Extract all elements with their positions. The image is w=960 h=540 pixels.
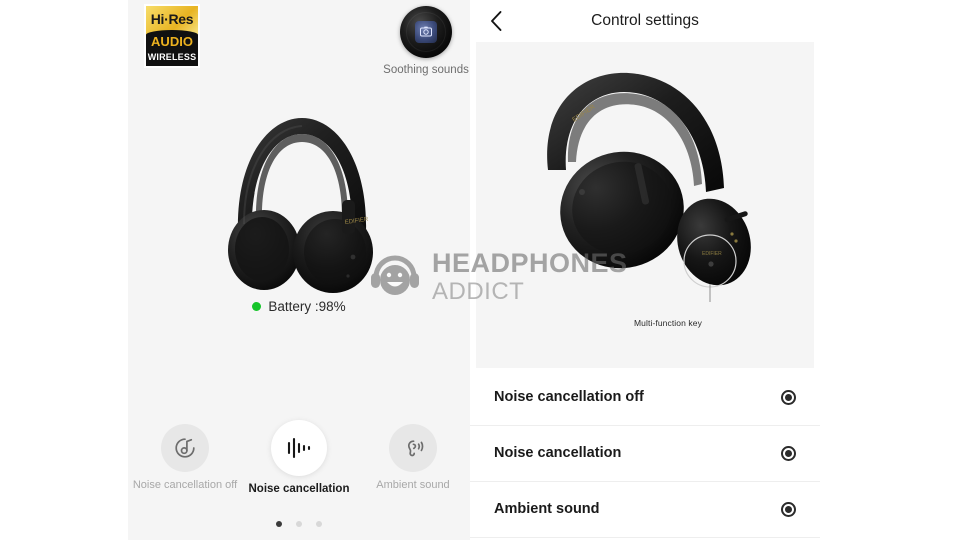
hi-res-badge-top: Hi·Res — [146, 6, 198, 32]
noise-mode-selector: Noise cancellation off Noise cancellatio… — [128, 420, 470, 497]
soothing-sounds-glyph — [415, 21, 437, 43]
page-dot-2[interactable] — [296, 521, 302, 527]
radio-button-ambient-sound[interactable] — [781, 502, 796, 517]
mode-label-ambient-sound: Ambient sound — [376, 479, 450, 491]
product-hero-area: EDIFIER EDIFIER Multi-function key — [476, 42, 814, 368]
settings-row-ambient-sound[interactable]: Ambient sound — [470, 482, 820, 538]
page-dot-3[interactable] — [316, 521, 322, 527]
hi-res-badge-mid: AUDIO — [146, 30, 198, 50]
hi-res-audio-badge: Hi·Res AUDIO WIRELESS — [144, 4, 200, 68]
chevron-left-icon[interactable] — [484, 9, 508, 33]
battery-status: Battery :98% — [128, 300, 470, 314]
hi-res-badge-inner: Hi·Res AUDIO WIRELESS — [146, 6, 198, 66]
control-settings-header: Control settings — [470, 0, 820, 42]
battery-status-label: Battery :98% — [268, 299, 346, 314]
ear-waves-icon[interactable] — [389, 424, 437, 472]
mode-label-noise-cancellation-off: Noise cancellation off — [132, 479, 238, 491]
radio-button-noise-cancellation-off[interactable] — [781, 390, 796, 405]
mode-ambient-sound[interactable]: Ambient sound — [359, 424, 467, 492]
settings-row-noise-cancellation[interactable]: Noise cancellation — [470, 426, 820, 482]
right-phone-screen: Control settings EDIFIER EDIFIER Multi-f… — [470, 0, 820, 540]
battery-status-dot — [252, 302, 262, 312]
screenshot-stage: Hi·Res AUDIO WIRELESS Soothing sounds ED… — [0, 0, 960, 540]
settings-row-label: Ambient sound — [494, 501, 600, 518]
page-title: Control settings — [591, 12, 699, 30]
page-dot-1[interactable] — [276, 521, 282, 527]
settings-row-label: Noise cancellation off — [494, 389, 644, 406]
multi-function-key-annotation: Multi-function key — [634, 318, 702, 328]
mode-label-noise-cancellation: Noise cancellation — [248, 483, 350, 495]
soothing-sounds-label: Soothing sounds — [383, 64, 469, 76]
vinyl-disc-icon[interactable] — [400, 6, 452, 58]
headphones-product-image-angled: EDIFIER EDIFIER — [510, 52, 780, 302]
mode-noise-cancellation-off[interactable]: Noise cancellation off — [131, 424, 239, 492]
hi-res-badge-line2: AUDIO — [151, 34, 193, 50]
svg-text:EDIFIER: EDIFIER — [702, 251, 722, 257]
control-settings-list: Noise cancellation off Noise cancellatio… — [470, 370, 820, 538]
page-indicator — [128, 521, 470, 527]
settings-row-noise-cancellation-off[interactable]: Noise cancellation off — [470, 370, 820, 426]
soothing-sounds-button[interactable]: Soothing sounds — [371, 6, 470, 78]
settings-row-label: Noise cancellation — [494, 445, 622, 462]
waveform-icon[interactable] — [271, 420, 327, 476]
mode-noise-cancellation[interactable]: Noise cancellation — [245, 420, 353, 497]
music-note-circle-icon[interactable] — [161, 424, 209, 472]
radio-button-noise-cancellation[interactable] — [781, 446, 796, 461]
hi-res-badge-line3: WIRELESS — [147, 52, 197, 63]
headphones-product-image-front: EDIFIER — [216, 104, 386, 294]
hi-res-badge-bottom: WIRELESS — [146, 49, 198, 66]
hi-res-badge-line1: Hi·Res — [150, 11, 194, 28]
left-phone-screen: Hi·Res AUDIO WIRELESS Soothing sounds ED… — [128, 0, 470, 540]
